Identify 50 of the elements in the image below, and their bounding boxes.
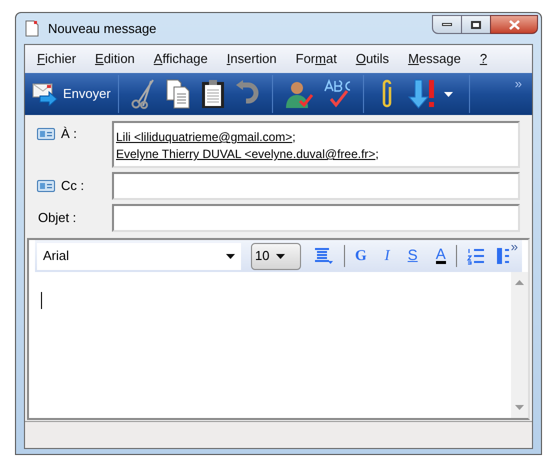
close-icon <box>508 20 520 30</box>
to-field[interactable]: Lili <liliduquatrieme@gmail.com>; Evelyne Thierry DUVAL <evelyne.duval@free.fr>; <box>112 121 520 168</box>
numbered-list-icon[interactable] <box>466 247 485 265</box>
menu-item[interactable]: Fichier <box>37 49 76 69</box>
overflow-chevron[interactable]: » <box>514 74 522 94</box>
menu-item[interactable]: Outils <box>356 49 390 69</box>
send-button[interactable]: Envoyer <box>25 73 118 115</box>
copy-icon[interactable] <box>166 79 190 109</box>
dropdown-arrow-icon[interactable] <box>444 92 453 96</box>
caret-icon <box>226 254 235 258</box>
format-button[interactable]: A <box>436 248 446 264</box>
align-icon[interactable] <box>314 247 334 265</box>
separator: ; <box>292 129 296 146</box>
cc-field[interactable] <box>112 172 520 200</box>
menu-item[interactable]: ? <box>480 49 488 69</box>
scroll-up-icon[interactable] <box>515 280 524 285</box>
recipient-link[interactable]: Lili <liliduquatrieme@gmail.com> <box>116 129 292 146</box>
document-icon <box>25 20 39 37</box>
separator: ; <box>375 146 379 163</box>
contact-card-icon[interactable] <box>37 128 55 140</box>
font-dropdown[interactable]: Arial <box>37 242 241 270</box>
minimize-button[interactable] <box>432 15 462 34</box>
size-dropdown[interactable]: 10 <box>251 242 301 270</box>
scrollbar[interactable] <box>511 272 528 418</box>
format-button[interactable]: G <box>355 244 367 268</box>
menu-item[interactable]: Message <box>408 49 461 69</box>
cc-label: Cc : <box>61 177 84 196</box>
close-button[interactable] <box>490 15 538 34</box>
menu-item[interactable]: Affichage <box>154 49 208 69</box>
format-button[interactable]: I <box>384 244 390 268</box>
maximize-button[interactable] <box>462 15 490 34</box>
caret-icon <box>276 254 286 258</box>
overflow-chevron[interactable]: » <box>510 240 518 253</box>
bullet-list-icon[interactable] <box>496 247 511 265</box>
to-label: À : <box>61 125 77 143</box>
contact-card-icon[interactable] <box>37 180 55 192</box>
recipient-link[interactable]: Evelyne Thierry DUVAL <evelyne.duval@free.fr> <box>116 146 376 163</box>
clipboard-icon[interactable] <box>200 79 225 109</box>
subject-label: Objet : <box>37 210 76 225</box>
format-button[interactable]: S <box>408 244 418 268</box>
window-title: Nouveau message <box>48 20 156 38</box>
menu-item[interactable]: Edition <box>95 49 135 69</box>
menu-item[interactable]: Insertion <box>226 49 277 69</box>
contact-check-icon[interactable] <box>284 79 313 109</box>
subject-field[interactable] <box>112 204 520 232</box>
menu-item[interactable]: Format <box>296 49 337 69</box>
scissors-icon[interactable] <box>130 79 155 109</box>
scroll-down-icon[interactable] <box>515 405 524 410</box>
send-mail-icon <box>32 82 58 106</box>
spellcheck-icon[interactable] <box>322 79 351 109</box>
